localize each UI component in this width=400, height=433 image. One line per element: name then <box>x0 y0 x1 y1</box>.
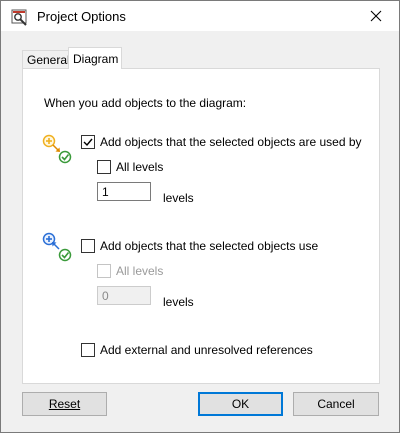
uses-levels-input[interactable]: 0 <box>97 286 151 305</box>
app-icon <box>11 9 27 26</box>
used-by-checkbox[interactable] <box>81 135 95 149</box>
external-references-checkbox[interactable] <box>81 343 95 357</box>
ok-button-label: OK <box>231 397 250 411</box>
uses-levels-label: levels <box>163 295 194 309</box>
project-options-dialog: Project Options General Diagram When you… <box>0 0 400 433</box>
used-by-icon <box>42 134 72 164</box>
used-by-label: Add objects that the selected objects ar… <box>100 135 362 149</box>
panel-heading: When you add objects to the diagram: <box>44 96 247 110</box>
used-by-levels-label: levels <box>163 191 194 205</box>
cancel-button-label: Cancel <box>317 397 355 411</box>
uses-all-levels-checkbox[interactable] <box>97 264 111 278</box>
close-icon <box>370 10 382 22</box>
diagram-tab-panel: When you add objects to the diagram: Add… <box>22 68 380 384</box>
reset-button[interactable]: Reset <box>22 392 107 416</box>
tab-general[interactable]: General <box>22 50 70 69</box>
checkmark-icon <box>83 138 93 147</box>
tab-diagram[interactable]: Diagram <box>68 47 122 69</box>
title-bar: Project Options <box>1 1 399 31</box>
uses-icon <box>42 232 72 262</box>
used-by-levels-input[interactable]: 1 <box>97 182 151 201</box>
close-button[interactable] <box>353 1 399 31</box>
reset-button-label: Reset <box>48 397 81 411</box>
cancel-button[interactable]: Cancel <box>293 392 379 416</box>
uses-label: Add objects that the selected objects us… <box>100 239 319 253</box>
external-references-label: Add external and unresolved references <box>100 343 313 357</box>
ok-button[interactable]: OK <box>198 392 283 416</box>
uses-all-levels-label: All levels <box>116 264 164 278</box>
uses-checkbox[interactable] <box>81 239 95 253</box>
window-title: Project Options <box>37 9 126 24</box>
used-by-all-levels-checkbox[interactable] <box>97 160 111 174</box>
used-by-all-levels-label: All levels <box>116 160 164 174</box>
